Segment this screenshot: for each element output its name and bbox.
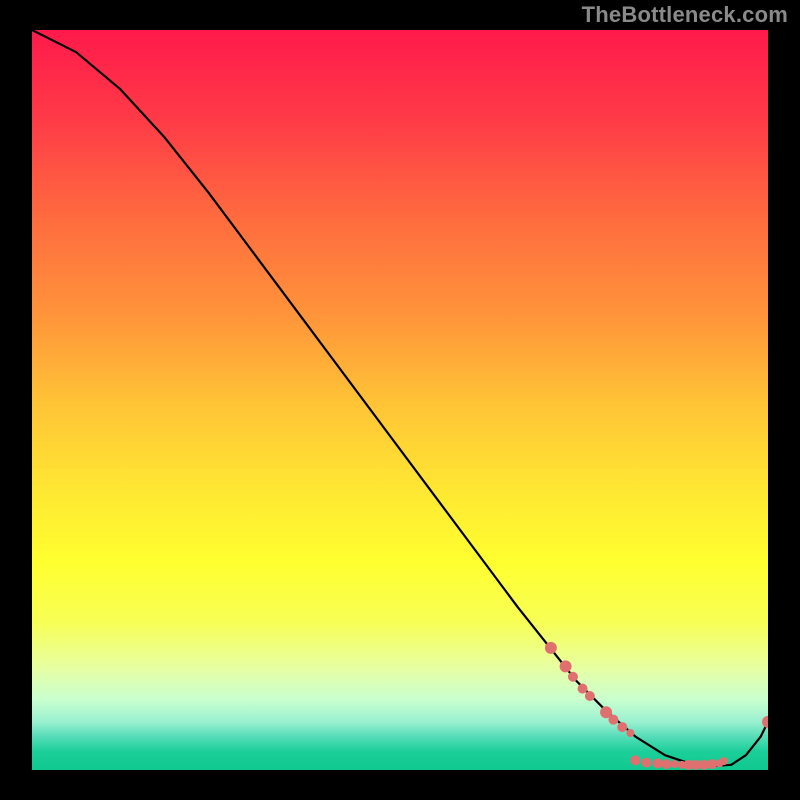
- chart-marker: [720, 757, 728, 765]
- chart-marker: [617, 722, 627, 732]
- chart-marker: [585, 691, 595, 701]
- chart-marker: [631, 755, 641, 765]
- chart-marker: [560, 660, 572, 672]
- chart-plot: [32, 30, 768, 770]
- chart-frame: TheBottleneck.com: [0, 0, 800, 800]
- chart-marker: [578, 684, 588, 694]
- chart-marker: [545, 642, 557, 654]
- chart-marker: [671, 760, 679, 768]
- chart-marker: [608, 715, 618, 725]
- chart-marker: [642, 758, 652, 768]
- chart-marker: [626, 729, 634, 737]
- watermark-text: TheBottleneck.com: [582, 2, 788, 28]
- chart-marker: [661, 759, 671, 769]
- chart-svg: [32, 30, 768, 770]
- gradient-background: [32, 30, 768, 770]
- chart-marker: [653, 758, 663, 768]
- chart-marker: [568, 672, 578, 682]
